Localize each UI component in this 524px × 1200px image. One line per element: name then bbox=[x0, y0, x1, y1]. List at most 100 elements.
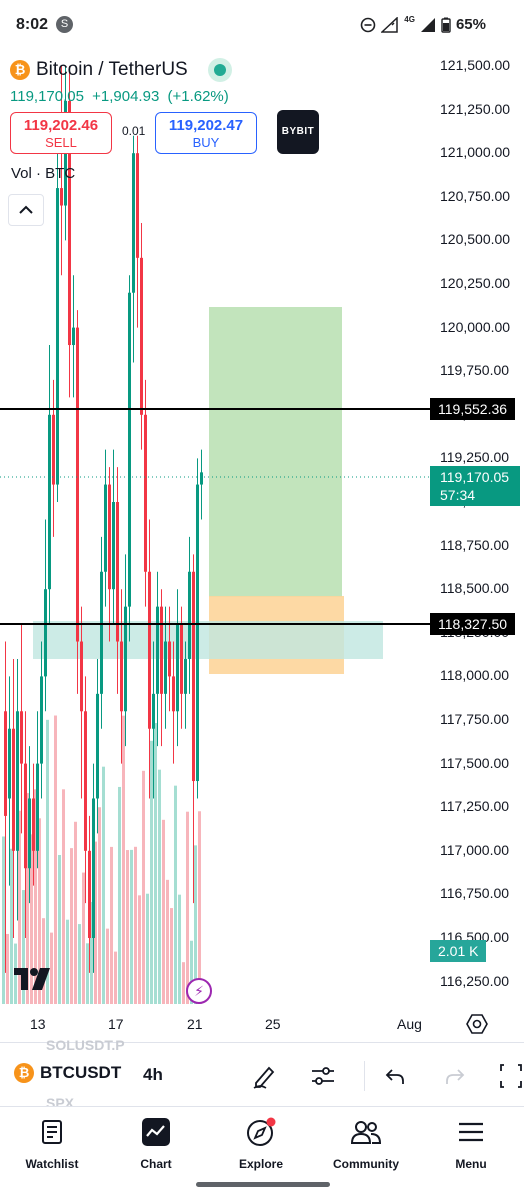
last-price-tag: 119,170.05 57:34 bbox=[430, 466, 520, 506]
volume-bar bbox=[82, 872, 85, 1004]
nav-community-label: Community bbox=[333, 1157, 399, 1171]
y-tick-label: 118,000.00 bbox=[440, 667, 510, 684]
candle-body bbox=[192, 571, 195, 782]
y-tick-label: 120,250.00 bbox=[440, 275, 511, 291]
chart-icon bbox=[142, 1118, 170, 1146]
undo-button[interactable] bbox=[380, 1061, 410, 1091]
status-time: 8:02 bbox=[16, 16, 49, 33]
price-line: 119,170.05 +1,904.93 (+1.62%) bbox=[10, 88, 233, 105]
volume-bar bbox=[110, 846, 113, 1004]
status-bar: 8:02 S 4G 65% bbox=[0, 0, 524, 52]
candle-body bbox=[12, 728, 15, 851]
home-indicator bbox=[196, 1182, 330, 1187]
buy-price: 119,202.47 bbox=[168, 117, 244, 134]
bitcoin-icon: ₿ bbox=[10, 60, 30, 80]
volume-bar bbox=[150, 740, 153, 1004]
sliders-icon bbox=[312, 1067, 334, 1085]
symbol-header[interactable]: ₿ Bitcoin / TetherUS bbox=[10, 58, 232, 82]
nav-watchlist[interactable]: Watchlist bbox=[2, 1115, 102, 1171]
volume-bar bbox=[146, 893, 149, 1004]
symbol-selector[interactable]: ₿ BTCUSDT bbox=[14, 1063, 121, 1083]
candle-body bbox=[144, 414, 147, 572]
tradingview-logo[interactable] bbox=[14, 968, 54, 990]
volume-bar bbox=[46, 719, 49, 1004]
x-tick-aug: Aug bbox=[397, 1016, 422, 1032]
pen-icon bbox=[253, 1066, 275, 1089]
candle-body bbox=[44, 589, 47, 677]
redo-button[interactable] bbox=[440, 1061, 470, 1091]
candle-body bbox=[88, 850, 91, 938]
lightning-icon[interactable]: ⚡ bbox=[186, 978, 212, 1004]
y-tick-label: 119,250.00 bbox=[440, 449, 510, 466]
volume-bar bbox=[170, 908, 173, 1004]
undo-icon bbox=[385, 1069, 404, 1084]
candle-body bbox=[16, 711, 19, 851]
y-tick-label: 116,750.00 bbox=[440, 885, 510, 902]
nav-menu[interactable]: Menu bbox=[421, 1115, 521, 1171]
candle-body bbox=[184, 658, 187, 694]
toolbar-divider bbox=[364, 1061, 365, 1091]
current-price: 119,170.05 bbox=[10, 88, 84, 105]
compass-icon bbox=[247, 1117, 276, 1146]
volume-bar bbox=[62, 789, 65, 1004]
volume-bar bbox=[10, 848, 13, 1004]
sell-price: 119,202.46 bbox=[23, 117, 99, 134]
candle-body bbox=[60, 188, 63, 206]
broker-logo[interactable]: BYBIT bbox=[277, 110, 319, 154]
candle-body bbox=[124, 606, 127, 712]
chart-settings-icon[interactable] bbox=[466, 1013, 488, 1035]
y-tick-label: 116,250.00 bbox=[440, 972, 510, 989]
x-tick-17: 17 bbox=[108, 1016, 124, 1032]
volume-bar bbox=[74, 821, 77, 1004]
y-tick-label: 120,500.00 bbox=[440, 231, 511, 248]
candle-body bbox=[32, 798, 35, 851]
candle-body bbox=[172, 676, 175, 712]
buy-button[interactable]: 119,202.47 BUY bbox=[155, 112, 257, 154]
nav-watchlist-label: Watchlist bbox=[25, 1157, 79, 1171]
bar-countdown: 57:34 bbox=[440, 487, 476, 503]
collapse-legend-button[interactable] bbox=[8, 194, 44, 226]
candle-body bbox=[116, 502, 119, 642]
sell-button[interactable]: 119,202.46 SELL bbox=[10, 112, 112, 154]
chart-toolbar: SOLUSDT.P ₿ BTCUSDT 4h SPX bbox=[0, 1037, 524, 1111]
symbol-ticker: BTCUSDT bbox=[40, 1063, 122, 1082]
symbol-title[interactable]: Bitcoin / TetherUS bbox=[36, 59, 188, 81]
candle-body bbox=[128, 292, 131, 607]
x-tick-25: 25 bbox=[265, 1016, 281, 1032]
volume-bar bbox=[86, 943, 89, 1004]
y-tick-label: 121,500.00 bbox=[440, 57, 511, 73]
candle-body bbox=[92, 798, 95, 938]
volume-indicator-label[interactable]: Vol · BTC bbox=[11, 165, 75, 182]
volume-bar bbox=[102, 766, 105, 1004]
candle-body bbox=[160, 606, 163, 694]
candle-body bbox=[112, 502, 115, 590]
volume-bar bbox=[142, 770, 145, 1004]
nav-explore[interactable]: Explore bbox=[211, 1115, 311, 1171]
y-tick-label: 117,000.00 bbox=[440, 841, 510, 858]
candle-body bbox=[200, 472, 203, 485]
candle-body bbox=[80, 641, 83, 712]
y-tick-label: 119,750.00 bbox=[440, 362, 510, 379]
candle-body bbox=[188, 571, 191, 659]
nav-community[interactable]: Community bbox=[316, 1115, 416, 1171]
volume-bar bbox=[114, 951, 117, 1004]
candle-body bbox=[52, 414, 55, 485]
interval-selector[interactable]: 4h bbox=[143, 1065, 163, 1085]
signal-icon bbox=[381, 16, 399, 33]
candle-body bbox=[152, 693, 155, 729]
volume-bar bbox=[66, 919, 69, 1004]
fullscreen-button[interactable] bbox=[496, 1061, 524, 1091]
volume-bar bbox=[198, 811, 201, 1004]
target-zone bbox=[209, 307, 342, 597]
drawing-tools-button[interactable] bbox=[250, 1061, 280, 1091]
indicators-button[interactable] bbox=[308, 1061, 338, 1091]
price-change-pct: (+1.62%) bbox=[167, 88, 229, 105]
candle-body bbox=[28, 798, 31, 869]
y-tick-label: 117,750.00 bbox=[440, 711, 510, 727]
volume-bar bbox=[126, 850, 129, 1004]
nav-chart[interactable]: Chart bbox=[106, 1115, 206, 1171]
volume-bar bbox=[138, 895, 141, 1004]
community-icon bbox=[351, 1121, 381, 1144]
do-not-disturb-icon bbox=[360, 17, 376, 32]
status-icons: 4G 65% bbox=[360, 15, 486, 33]
